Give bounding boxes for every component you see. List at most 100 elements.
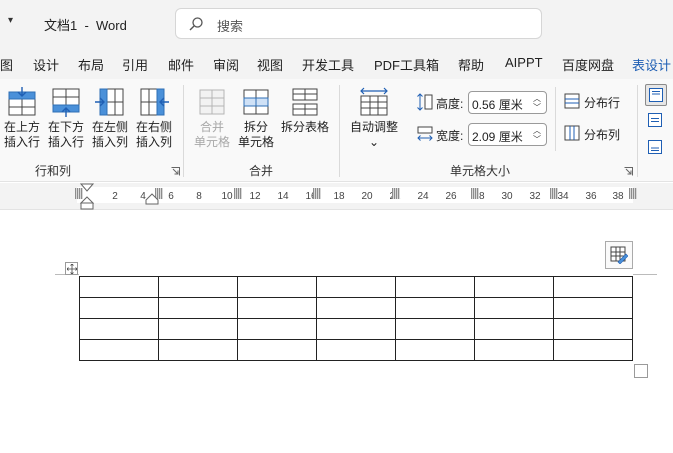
- insert-row-below-button[interactable]: 在下方 插入行: [47, 87, 85, 150]
- merge-cells-button[interactable]: 合并 单元格: [193, 87, 231, 150]
- table-cell[interactable]: [553, 339, 633, 361]
- align-bottom-button[interactable]: [648, 140, 662, 157]
- ribbon-tabs: 图 设计 布局 引用 邮件 审阅 视图 开发工具 PDF工具箱 帮助 AIPPT…: [0, 46, 673, 79]
- autofit-button[interactable]: 自动调整 ⌄: [348, 87, 400, 150]
- indent-marker-icon[interactable]: [80, 183, 94, 210]
- insert-row-above-button[interactable]: 在上方 插入行: [3, 87, 41, 150]
- insert-column-right-icon: [140, 88, 169, 116]
- table-cell[interactable]: [316, 297, 396, 319]
- split-table-button[interactable]: 拆分表格: [280, 87, 330, 135]
- rows-columns-launcher-icon[interactable]: [171, 167, 180, 176]
- distribute-rows-icon: [564, 93, 580, 109]
- column-marker[interactable]: [392, 188, 400, 199]
- group-separator: [555, 87, 556, 151]
- tab-design[interactable]: 设计: [33, 55, 59, 74]
- hanging-indent-marker-icon[interactable]: [145, 193, 159, 205]
- horizontal-ruler[interactable]: 2 4 6 8 10 12 14 16 18 20 22 24 26 28 30…: [0, 183, 673, 210]
- insert-row-above-line2: 插入行: [3, 135, 40, 149]
- table-cell[interactable]: [316, 276, 396, 298]
- tab-aippt[interactable]: AIPPT: [505, 55, 543, 70]
- table-cell[interactable]: [158, 339, 238, 361]
- document-table[interactable]: [79, 276, 633, 361]
- table-cell[interactable]: [79, 339, 159, 361]
- width-decrease-icon[interactable]: ﹀: [533, 134, 541, 145]
- ruler-tick: 2: [112, 191, 118, 202]
- table-cell[interactable]: [158, 297, 238, 319]
- quick-access-dropdown[interactable]: ▾: [8, 15, 13, 26]
- table-cell[interactable]: [474, 339, 554, 361]
- table-cell[interactable]: [79, 318, 159, 340]
- split-cells-button[interactable]: 拆分 单元格: [237, 87, 275, 150]
- column-marker[interactable]: [234, 188, 242, 199]
- document-canvas[interactable]: [0, 211, 673, 453]
- insert-row-below-line1: 在下方: [47, 120, 84, 134]
- tab-help[interactable]: 帮助: [458, 55, 484, 74]
- tab-table-design[interactable]: 表设计: [632, 55, 671, 74]
- ruler-tick: 12: [249, 191, 261, 202]
- table-cell[interactable]: [395, 297, 475, 319]
- width-value: 2.09 厘米: [472, 130, 523, 144]
- table-cell[interactable]: [474, 297, 554, 319]
- width-spinbox[interactable]: 2.09 厘米 ︿ ﹀: [468, 123, 547, 146]
- tab-review[interactable]: 审阅: [213, 55, 239, 74]
- table-cell[interactable]: [158, 318, 238, 340]
- table-cell[interactable]: [395, 276, 475, 298]
- tab-picture[interactable]: 图: [0, 55, 13, 74]
- group-separator: [183, 85, 184, 177]
- table-cell[interactable]: [237, 339, 317, 361]
- height-decrease-icon[interactable]: ﹀: [533, 102, 541, 113]
- column-marker[interactable]: [471, 188, 479, 199]
- insert-column-left-button[interactable]: 在左侧 插入列: [91, 87, 129, 150]
- width-label: 宽度:: [436, 129, 464, 143]
- table-cell[interactable]: [553, 318, 633, 340]
- table-resize-handle[interactable]: [634, 364, 648, 378]
- table-cell[interactable]: [395, 318, 475, 340]
- column-marker[interactable]: [550, 188, 558, 199]
- tab-baidu-netdisk[interactable]: 百度网盘: [562, 55, 614, 74]
- table-cell[interactable]: [553, 297, 633, 319]
- table-cell[interactable]: [237, 276, 317, 298]
- tab-pdf-toolbox[interactable]: PDF工具箱: [374, 55, 439, 74]
- height-value: 0.56 厘米: [472, 98, 523, 112]
- insert-row-above-line1: 在上方: [3, 120, 40, 134]
- table-cell[interactable]: [316, 318, 396, 340]
- column-marker[interactable]: [629, 188, 637, 199]
- align-top-button[interactable]: [645, 84, 667, 106]
- table-move-handle[interactable]: [65, 262, 78, 275]
- height-label: 高度:: [436, 97, 464, 111]
- split-cells-line2: 单元格: [237, 135, 274, 149]
- table-cell[interactable]: [553, 276, 633, 298]
- search-icon: [189, 17, 203, 31]
- tab-developer[interactable]: 开发工具: [302, 55, 354, 74]
- table-cell[interactable]: [395, 339, 475, 361]
- table-row: [79, 297, 633, 319]
- tab-layout[interactable]: 布局: [78, 55, 104, 74]
- table-layout-icon: [610, 246, 628, 264]
- table-cell[interactable]: [316, 339, 396, 361]
- layout-options-button[interactable]: [605, 241, 633, 269]
- search-box[interactable]: 搜索: [175, 8, 542, 39]
- tab-references[interactable]: 引用: [122, 55, 148, 74]
- insert-column-right-button[interactable]: 在右侧 插入列: [135, 87, 173, 150]
- table-cell[interactable]: [237, 297, 317, 319]
- tab-mailings[interactable]: 邮件: [168, 55, 194, 74]
- cell-size-launcher-icon[interactable]: [624, 167, 633, 176]
- table-cell[interactable]: [79, 276, 159, 298]
- ruler-tick: 30: [501, 191, 513, 202]
- table-cell[interactable]: [158, 276, 238, 298]
- table-cell[interactable]: [79, 297, 159, 319]
- table-cell[interactable]: [237, 318, 317, 340]
- merge-cells-line2: 单元格: [193, 135, 230, 149]
- table-row: [79, 339, 633, 361]
- column-width-icon: [417, 126, 433, 141]
- ruler-tick: 32: [529, 191, 541, 202]
- tab-view[interactable]: 视图: [257, 55, 283, 74]
- align-middle-button[interactable]: [648, 113, 662, 130]
- ruler-tick: 18: [333, 191, 345, 202]
- table-cell[interactable]: [474, 276, 554, 298]
- height-spinbox[interactable]: 0.56 厘米 ︿ ﹀: [468, 91, 547, 114]
- document-title: 文档1 - Word: [44, 18, 127, 33]
- column-marker[interactable]: [313, 188, 321, 199]
- group-label-merge: 合并: [249, 164, 274, 178]
- table-cell[interactable]: [474, 318, 554, 340]
